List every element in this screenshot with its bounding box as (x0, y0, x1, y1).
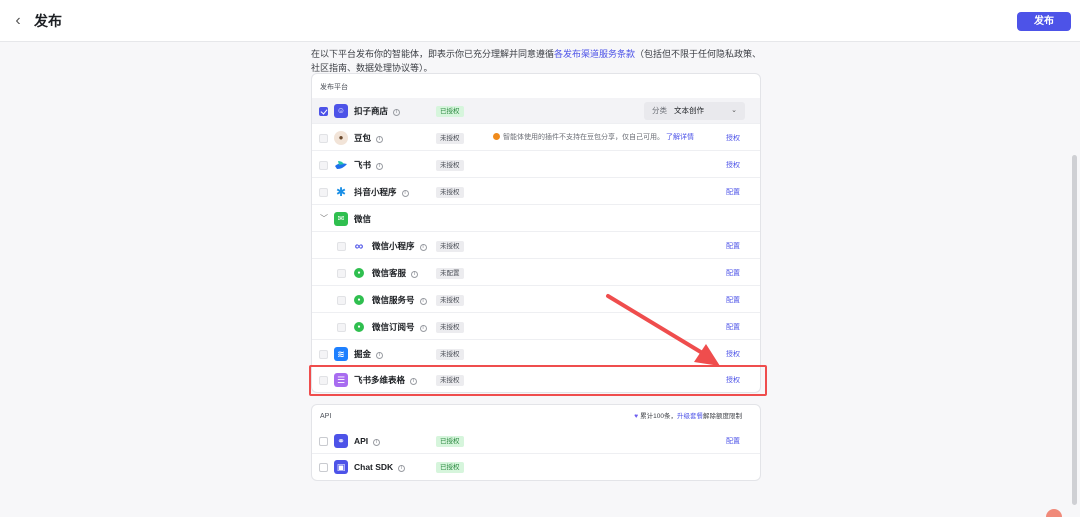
platform-checkbox[interactable] (319, 107, 328, 116)
info-icon[interactable]: i (411, 271, 419, 278)
feishu-icon (334, 158, 348, 172)
platform-name: 豆包 i (354, 133, 384, 143)
platform-name: 掘金 i (354, 349, 384, 359)
chat-sdk-icon: ▣ (334, 460, 348, 474)
platform-name: 微信 (354, 214, 372, 224)
learn-more-link[interactable]: 了解详情 (666, 134, 694, 141)
collapse-toggle-icon[interactable]: ﹀ (320, 214, 328, 224)
platform-name: 微信小程序 i (372, 241, 427, 251)
platform-checkbox[interactable] (319, 188, 328, 197)
platform-name: 微信订阅号 i (372, 322, 427, 332)
juejin-icon: ≋ (334, 347, 348, 361)
wechat-miniprogram-icon: ∞ (354, 239, 364, 253)
api-row: ⚭ API i 已授权 配置 (312, 428, 760, 454)
info-icon[interactable]: i (419, 298, 427, 305)
status-badge: 未授权 (436, 133, 464, 144)
coze-store-icon: ☺ (334, 104, 348, 118)
annotation-arrow (606, 294, 720, 366)
api-quota-notice: ♥ 累计100条，升级套餐解除额度限制 (634, 413, 742, 420)
status-badge: 未授权 (436, 241, 464, 252)
wechat-service-account-icon: ● (354, 295, 364, 305)
platform-group-wechat: ﹀ ✉ 微信 (312, 206, 760, 232)
upgrade-plan-link[interactable]: 升级套餐 (677, 413, 703, 420)
chat-sdk-name: Chat SDK i (354, 462, 406, 472)
authorize-link[interactable]: 授权 (726, 134, 740, 143)
info-icon[interactable]: i (419, 325, 427, 332)
api-name: API i (354, 436, 381, 446)
api-card: API ♥ 累计100条，升级套餐解除额度限制 ⚭ API i 已授权 配置 ▣ C… (311, 404, 761, 481)
platform-row-wechat-service: ● 微信客服 i 未配置 配置 (312, 260, 760, 286)
douyin-miniprogram-icon: ✱ (335, 185, 347, 199)
platform-checkbox[interactable] (319, 350, 328, 359)
assistant-avatar-icon[interactable] (1046, 509, 1062, 517)
platform-row-wechat-miniprogram: ∞ 微信小程序 i 未授权 配置 (312, 233, 760, 259)
info-icon[interactable]: i (398, 465, 406, 472)
category-value: 文本创作 (674, 106, 704, 115)
chat-sdk-checkbox[interactable] (319, 463, 328, 472)
platform-row-coze-store: ☺ 扣子商店 i 已授权 分类 文本创作 ⌄ (312, 98, 760, 124)
platform-checkbox[interactable] (319, 161, 328, 170)
status-badge: 未授权 (436, 295, 464, 306)
terms-link[interactable]: 各发布渠道服务条款 (554, 49, 635, 59)
authorize-link[interactable]: 授权 (726, 161, 740, 170)
top-bar: ‹ 发布 发布 (0, 0, 1080, 42)
info-icon[interactable]: i (376, 352, 384, 359)
platform-row-feishu: 飞书 i 未授权 授权 (312, 152, 760, 178)
platform-row-douyin-miniprogram: ✱ 抖音小程序 i 未授权 配置 (312, 179, 760, 205)
info-icon[interactable]: i (373, 439, 381, 446)
configure-link[interactable]: 配置 (726, 188, 740, 197)
platform-checkbox[interactable] (337, 323, 346, 332)
wechat-icon: ✉ (334, 212, 348, 226)
chevron-down-icon: ⌄ (731, 107, 737, 114)
category-label: 分类 (652, 106, 667, 115)
info-icon[interactable]: i (401, 190, 409, 197)
terms-text-before: 在以下平台发布你的智能体，即表示你已充分理解并同意遵循 (311, 49, 555, 59)
heart-icon: ♥ (634, 413, 639, 420)
doubao-icon: ● (334, 131, 348, 145)
info-icon[interactable]: i (376, 136, 384, 143)
platform-checkbox[interactable] (337, 296, 346, 305)
chevron-left-icon[interactable]: ‹ (10, 12, 26, 30)
configure-link[interactable]: 配置 (726, 242, 740, 251)
platform-checkbox[interactable] (337, 269, 346, 278)
chat-sdk-row: ▣ Chat SDK i 已授权 (312, 454, 760, 480)
platform-name: 微信服务号 i (372, 295, 427, 305)
api-checkbox[interactable] (319, 437, 328, 446)
status-badge: 已授权 (436, 462, 464, 473)
status-badge: 未授权 (436, 187, 464, 198)
configure-link[interactable]: 配置 (726, 269, 740, 278)
wechat-service-icon: ● (354, 268, 364, 278)
platform-name: 扣子商店 i (354, 106, 401, 116)
status-badge: 未授权 (436, 160, 464, 171)
info-icon[interactable]: i (376, 163, 384, 170)
warning-icon (493, 133, 500, 140)
publish-button[interactable]: 发布 (1017, 12, 1071, 31)
configure-link[interactable]: 配置 (726, 437, 740, 446)
doubao-warning: 智能体使用的插件不支持在豆包分享，仅自己可用。 了解详情 (493, 133, 694, 143)
info-icon[interactable]: i (419, 244, 427, 251)
status-badge: 已授权 (436, 436, 464, 447)
api-section-label: API (320, 413, 332, 420)
page-title: 发布 (34, 13, 62, 29)
platform-checkbox[interactable] (337, 242, 346, 251)
category-select[interactable]: 分类 文本创作 ⌄ (644, 102, 745, 120)
status-badge: 未授权 (436, 349, 464, 360)
platform-checkbox[interactable] (319, 134, 328, 143)
info-icon[interactable]: i (393, 109, 401, 116)
status-badge: 未授权 (436, 322, 464, 333)
wechat-subscription-icon: ● (354, 322, 364, 332)
status-badge: 未配置 (436, 268, 464, 279)
platform-name: 微信客服 i (372, 268, 419, 278)
platform-row-doubao: ● 豆包 i 未授权 智能体使用的插件不支持在豆包分享，仅自己可用。 了解详情 授… (312, 125, 760, 151)
platform-name: 飞书 i (354, 160, 384, 170)
platform-name: 抖音小程序 i (354, 187, 409, 197)
platforms-section-label: 发布平台 (320, 84, 348, 91)
publish-terms-notice: 在以下平台发布你的智能体，即表示你已充分理解并同意遵循各发布渠道服务条款（包括但… (311, 47, 763, 75)
status-badge: 已授权 (436, 106, 464, 117)
vertical-scrollbar[interactable] (1072, 155, 1077, 505)
api-link-icon: ⚭ (334, 434, 348, 448)
